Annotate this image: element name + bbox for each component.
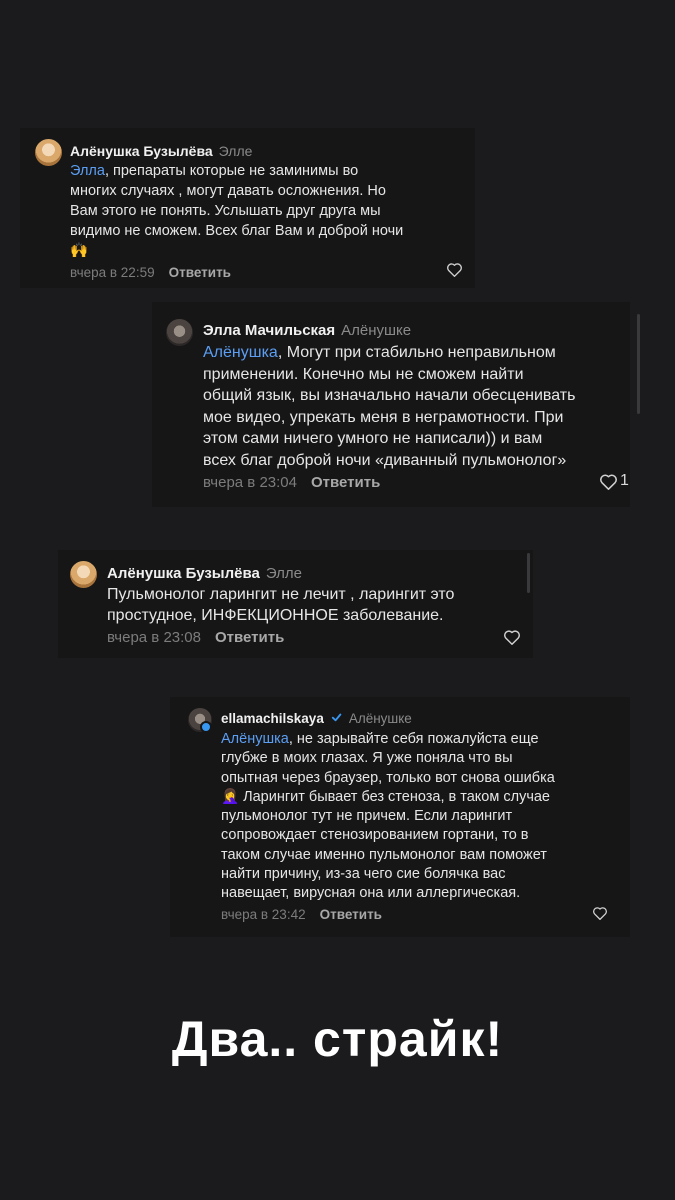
reply-button[interactable]: Ответить bbox=[311, 474, 380, 491]
comment-2: Элла Мачильская Алёнушке Алёнушка, Могут … bbox=[203, 321, 633, 491]
comment-author[interactable]: Элла Мачильская bbox=[203, 322, 335, 339]
comment-body: , Могут при стабильно неправильном приме… bbox=[203, 344, 576, 469]
comment-4: ellamachilskaya Алёнушке Алёнушка, не зар… bbox=[221, 710, 621, 922]
comment-1: Алёнушка Бузылёва Элле Элла, препараты ко… bbox=[70, 142, 470, 280]
comment-author[interactable]: Алёнушка Бузылёва bbox=[107, 565, 260, 582]
heart-icon[interactable] bbox=[446, 262, 463, 277]
reply-button[interactable]: Ответить bbox=[320, 907, 382, 922]
comment-time: вчера в 22:59 bbox=[70, 265, 155, 280]
reply-button[interactable]: Ответить bbox=[215, 629, 284, 646]
comment-body: , не зарывайте себя пожалуйста еще глубж… bbox=[221, 731, 555, 902]
avatar[interactable] bbox=[70, 561, 97, 588]
reply-to: Алёнушке bbox=[341, 322, 412, 339]
heart-icon[interactable] bbox=[503, 629, 521, 645]
comment-text: Пульмонолог ларингит не лечит , ларингит… bbox=[107, 584, 527, 626]
avatar[interactable] bbox=[35, 139, 62, 166]
reply-button[interactable]: Ответить bbox=[169, 265, 231, 280]
heart-icon[interactable] bbox=[592, 906, 608, 920]
reply-to: Элле bbox=[218, 143, 253, 159]
story-headline: Два.. страйк! bbox=[171, 1011, 504, 1067]
comment-3: Алёнушка Бузылёва Элле Пульмонолог ларинг… bbox=[107, 564, 527, 646]
heart-icon[interactable] bbox=[599, 473, 618, 490]
comment-time: вчера в 23:08 bbox=[107, 629, 201, 646]
reply-to: Элле bbox=[265, 565, 302, 582]
comment-body: Пульмонолог ларингит не лечит , ларингит… bbox=[107, 586, 455, 624]
mention-link[interactable]: Алёнушка bbox=[221, 731, 289, 747]
comment-text: Алёнушка, Могут при стабильно неправильн… bbox=[203, 342, 633, 471]
comment-time: вчера в 23:42 bbox=[221, 906, 306, 922]
mention-link[interactable]: Элла bbox=[70, 163, 105, 179]
reply-to: Алёнушке bbox=[348, 711, 412, 726]
avatar[interactable] bbox=[166, 319, 193, 346]
story-badge-icon bbox=[200, 721, 212, 733]
comment-body: , препараты которые не заминимы во многи… bbox=[70, 163, 404, 259]
like-count: 1 bbox=[620, 472, 629, 489]
scrollbar[interactable] bbox=[637, 314, 640, 414]
comment-text: Элла, препараты которые не заминимы во м… bbox=[70, 161, 470, 261]
comment-text: Алёнушка, не зарывайте себя пожалуйста е… bbox=[221, 730, 621, 904]
scrollbar[interactable] bbox=[527, 553, 530, 593]
comment-author[interactable]: Алёнушка Бузылёва bbox=[70, 143, 213, 159]
verified-badge-icon bbox=[331, 713, 342, 722]
comment-author[interactable]: ellamachilskaya bbox=[221, 711, 324, 726]
comment-time: вчера в 23:04 bbox=[203, 474, 297, 491]
mention-link[interactable]: Алёнушка bbox=[203, 344, 278, 361]
